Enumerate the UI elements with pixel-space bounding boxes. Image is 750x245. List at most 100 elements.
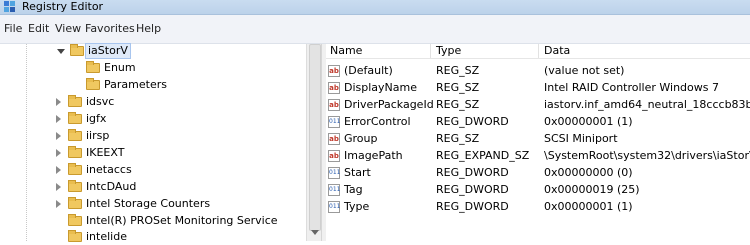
tree-item-inetaccs[interactable]: inetaccs	[56, 162, 296, 178]
tree-item-label: iirsp	[86, 129, 110, 142]
menu-edit[interactable]: Edit	[28, 22, 49, 35]
dword-value-icon: 011	[328, 116, 340, 128]
value-name: ErrorControl	[344, 115, 411, 128]
tree-item-label: Enum	[104, 61, 136, 74]
value-data: iastorv.inf_amd64_neutral_18cccb83b34e14	[544, 98, 750, 111]
tree-item-intel-storage-counters[interactable]: Intel Storage Counters	[56, 196, 301, 212]
folder-icon	[86, 78, 100, 90]
value-row[interactable]: 011 Type REG_DWORD 0x00000001 (1)	[326, 198, 750, 215]
collapse-arrow-icon[interactable]	[56, 115, 61, 123]
tree-item-iirsp[interactable]: iirsp	[56, 128, 296, 144]
value-row[interactable]: ab Group REG_SZ SCSI Miniport	[326, 130, 750, 147]
scroll-down-arrow-icon[interactable]	[311, 230, 319, 235]
string-value-icon: ab	[328, 133, 340, 145]
column-divider[interactable]	[538, 44, 539, 58]
menu-bar: File Edit View Favorites Help	[0, 15, 750, 44]
column-divider[interactable]	[430, 44, 431, 58]
collapse-arrow-icon[interactable]	[56, 183, 61, 191]
menu-help[interactable]: Help	[136, 22, 161, 35]
tree-item-parameters[interactable]: Parameters	[74, 77, 294, 93]
value-name: Start	[344, 166, 371, 179]
folder-icon	[68, 129, 82, 141]
value-data: (value not set)	[544, 64, 625, 77]
tree-item-label: IKEEXT	[86, 146, 125, 159]
value-name: Tag	[344, 183, 363, 196]
value-name: DisplayName	[344, 81, 417, 94]
collapse-arrow-icon[interactable]	[56, 132, 61, 140]
values-list-pane[interactable]: Name Type Data ab (Default) REG_SZ (valu…	[326, 44, 750, 241]
value-name: (Default)	[344, 64, 393, 77]
column-header-type[interactable]: Type	[436, 44, 461, 58]
tree-item-label: inetaccs	[86, 163, 132, 176]
collapse-arrow-icon[interactable]	[56, 98, 61, 106]
tree-item-intcdaud[interactable]: IntcDAud	[56, 179, 296, 195]
folder-open-icon	[70, 44, 84, 56]
tree-item-intel-proset[interactable]: Intel(R) PROSet Monitoring Service	[56, 213, 304, 229]
value-row[interactable]: ab DisplayName REG_SZ Intel RAID Control…	[326, 79, 750, 96]
scrollbar-thumb[interactable]	[309, 44, 321, 231]
tree-guide-line	[26, 44, 28, 241]
folder-icon	[68, 163, 82, 175]
menu-view[interactable]: View	[55, 22, 81, 35]
tree-item-label: IntcDAud	[86, 180, 137, 193]
folder-icon	[68, 95, 82, 107]
value-name: ImagePath	[344, 149, 403, 162]
value-name: DriverPackageId	[344, 98, 434, 111]
expand-arrow-icon[interactable]	[57, 49, 65, 54]
string-value-icon: ab	[328, 65, 340, 77]
tree-item-label: intelide	[86, 230, 127, 243]
collapse-arrow-icon[interactable]	[56, 149, 61, 157]
value-row[interactable]: 011 Start REG_DWORD 0x00000000 (0)	[326, 164, 750, 181]
value-type: REG_DWORD	[436, 183, 509, 196]
value-type: REG_SZ	[436, 64, 480, 77]
folder-icon	[68, 112, 82, 124]
value-row[interactable]: ab (Default) REG_SZ (value not set)	[326, 62, 750, 79]
value-row[interactable]: 011 Tag REG_DWORD 0x00000019 (25)	[326, 181, 750, 198]
value-data: \SystemRoot\system32\drivers\iaStorV.sys	[544, 149, 750, 162]
value-row[interactable]: ab DriverPackageId REG_SZ iastorv.inf_am…	[326, 96, 750, 113]
string-value-icon: ab	[328, 150, 340, 162]
tree-item-label: Intel(R) PROSet Monitoring Service	[86, 214, 278, 227]
tree-item-enum[interactable]: Enum	[74, 60, 294, 76]
tree-item-label: igfx	[86, 112, 107, 125]
value-type: REG_DWORD	[436, 200, 509, 213]
tree-item-iastorv[interactable]: iaStorV	[57, 43, 298, 59]
value-data: 0x00000001 (1)	[544, 200, 633, 213]
folder-icon	[68, 214, 82, 226]
value-type: REG_DWORD	[436, 166, 509, 179]
value-type: REG_SZ	[436, 132, 480, 145]
tree-item-label: Parameters	[104, 78, 167, 91]
value-type: REG_SZ	[436, 81, 480, 94]
string-value-icon: ab	[328, 82, 340, 94]
folder-icon	[68, 146, 82, 158]
menu-file[interactable]: File	[4, 22, 22, 35]
column-header-name[interactable]: Name	[330, 44, 362, 58]
tree-item-label: idsvc	[86, 95, 115, 108]
value-data: 0x00000000 (0)	[544, 166, 633, 179]
tree-item-label: iaStorV	[85, 43, 131, 59]
collapse-arrow-icon[interactable]	[56, 200, 61, 208]
tree-item-igfx[interactable]: igfx	[56, 111, 296, 127]
dword-value-icon: 011	[328, 201, 340, 213]
menu-favorites[interactable]: Favorites	[85, 22, 135, 35]
column-header-data[interactable]: Data	[544, 44, 570, 58]
collapse-arrow-icon[interactable]	[56, 166, 61, 174]
folder-icon	[86, 61, 100, 73]
value-data: 0x00000019 (25)	[544, 183, 640, 196]
tree-vertical-scrollbar[interactable]	[306, 44, 322, 241]
tree-item-intelide[interactable]: intelide	[56, 229, 296, 245]
registry-editor-icon	[4, 1, 15, 12]
value-data: SCSI Miniport	[544, 132, 618, 145]
value-row[interactable]: 011 ErrorControl REG_DWORD 0x00000001 (1…	[326, 113, 750, 130]
value-type: REG_DWORD	[436, 115, 509, 128]
value-row[interactable]: ab ImagePath REG_EXPAND_SZ \SystemRoot\s…	[326, 147, 750, 164]
value-name: Type	[344, 200, 370, 213]
window-title: Registry Editor	[22, 0, 104, 13]
folder-icon	[68, 180, 82, 192]
value-data: Intel RAID Controller Windows 7	[544, 81, 719, 94]
tree-item-ikeext[interactable]: IKEEXT	[56, 145, 296, 161]
tree-item-label: Intel Storage Counters	[86, 197, 211, 210]
tree-item-idsvc[interactable]: idsvc	[56, 94, 296, 110]
value-name: Group	[344, 132, 378, 145]
header-rule	[326, 58, 750, 59]
